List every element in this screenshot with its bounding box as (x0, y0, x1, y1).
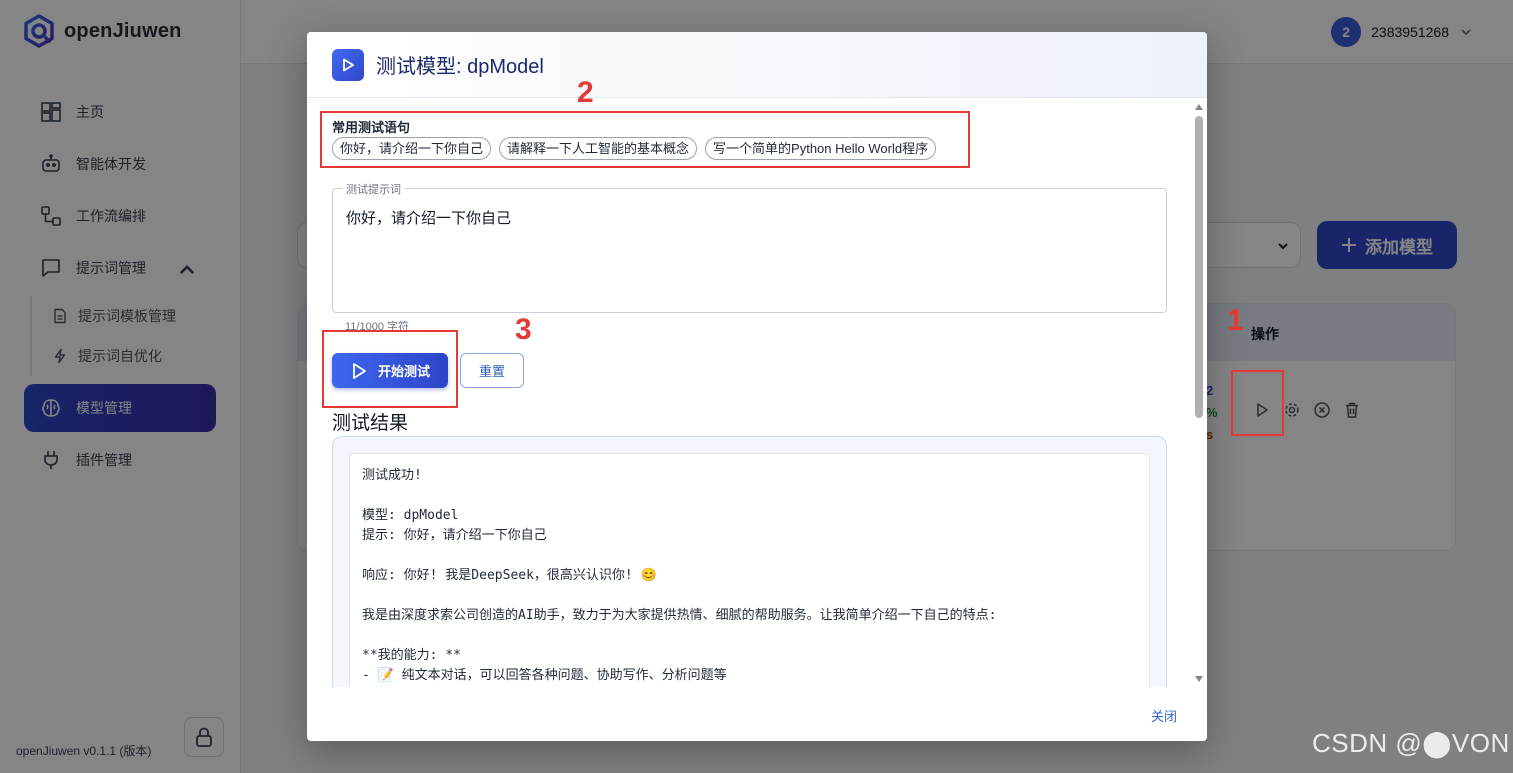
result-line: 模型: dpModel (362, 508, 459, 523)
watermark: CSDN @⬤VON (1312, 728, 1510, 758)
result-line: **我的能力: ** (362, 648, 461, 663)
result-line (362, 586, 1137, 606)
annotation-box-quick-prompts (320, 111, 970, 168)
annotation-number: 3 (515, 313, 532, 346)
dialog-title: 测试模型: dpModel (376, 56, 544, 78)
result-panel: 测试成功! 模型: dpModel 提示: 你好，请介绍一下你自己 响应: 你好!… (332, 436, 1167, 687)
result-line: 测试成功! (362, 468, 422, 483)
prompt-field-label: 测试提示词 (342, 181, 405, 197)
annotation-number: 1 (1227, 304, 1244, 337)
dialog-footer: 关闭 (307, 687, 1207, 741)
prompt-value: 你好，请介绍一下你自己 (346, 210, 512, 227)
dialog-scrollbar[interactable] (1191, 98, 1207, 687)
result-line: - 📝 纯文本对话，可以回答各种问题、协助写作、分析问题等 (362, 668, 727, 683)
result-line: 响应: 你好! 我是DeepSeek，很高兴认识你! 😊 (362, 568, 657, 583)
result-title: 测试结果 (332, 413, 409, 434)
result-output[interactable]: 测试成功! 模型: dpModel 提示: 你好，请介绍一下你自己 响应: 你好!… (349, 453, 1150, 687)
dialog-header: 测试模型: dpModel (307, 32, 1207, 98)
annotation-box-start-test (322, 330, 458, 408)
result-line: 我是由深度求索公司创造的AI助手，致力于为大家提供热情、细腻的帮助服务。让我简单… (362, 608, 997, 623)
result-line (362, 486, 1137, 506)
scroll-down-arrow-icon[interactable] (1195, 676, 1203, 682)
reset-button[interactable]: 重置 (460, 353, 524, 388)
result-line (362, 626, 1137, 646)
scroll-thumb[interactable] (1195, 116, 1203, 418)
prompt-textarea[interactable]: 测试提示词 你好，请介绍一下你自己 (332, 181, 1167, 313)
annotation-number: 2 (577, 76, 594, 109)
result-line (362, 546, 1137, 566)
close-button[interactable]: 关闭 (1151, 706, 1177, 725)
result-line: 提示: 你好，请介绍一下你自己 (362, 528, 547, 543)
annotation-box-test-action (1231, 370, 1284, 436)
play-icon (332, 48, 364, 81)
scroll-up-arrow-icon[interactable] (1195, 104, 1203, 110)
